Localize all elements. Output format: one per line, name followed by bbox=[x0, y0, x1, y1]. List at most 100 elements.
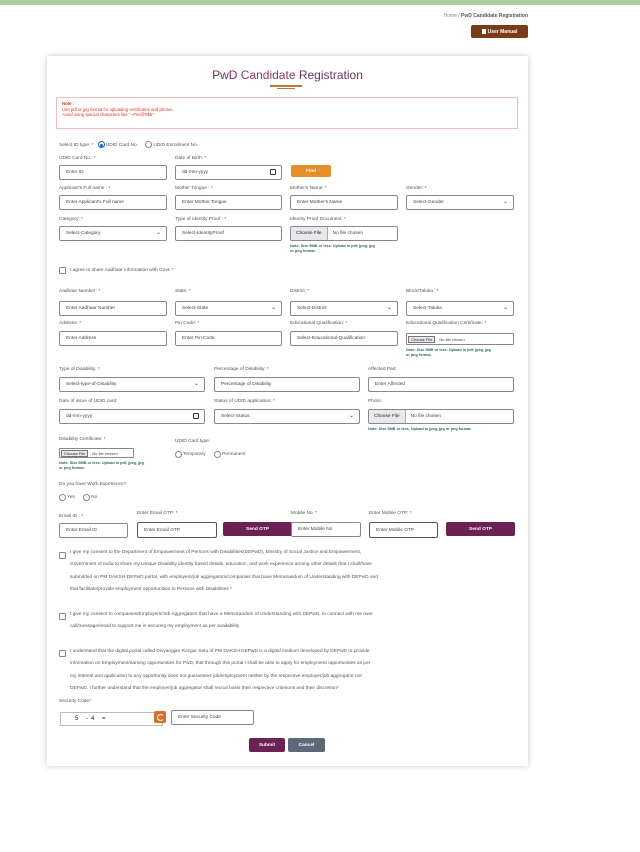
disability-cert-hint: Note: Size 5MB or less. Upload in pdf, j… bbox=[59, 461, 144, 470]
category-label: Category: * bbox=[59, 217, 83, 222]
calendar-icon bbox=[270, 169, 276, 175]
radio-udid-card[interactable] bbox=[97, 141, 105, 148]
gender-label: Gender: * bbox=[406, 186, 427, 191]
mobile-label: Mobile No. * bbox=[291, 511, 318, 516]
radio-temporary[interactable] bbox=[175, 451, 182, 458]
email-label: Email ID : * bbox=[59, 514, 83, 519]
aadhaar-label: Aadhaar Number: * bbox=[59, 289, 101, 294]
note-box: Note : Use pdf or jpg format for uploadi… bbox=[56, 97, 518, 129]
photo-label: Photo: bbox=[368, 399, 382, 404]
cancel-button[interactable]: Cancel bbox=[288, 738, 325, 752]
mobile-input[interactable]: Enter Mobile No bbox=[291, 522, 361, 537]
employer-sharing-consent-checkbox[interactable] bbox=[59, 552, 66, 559]
dob-label: Date of Birth: * bbox=[175, 156, 207, 161]
state-label: State: * bbox=[175, 289, 191, 294]
disability-pct-input[interactable]: Percentage of Disability bbox=[214, 377, 360, 392]
address-label: Address: * bbox=[59, 321, 82, 326]
title-underline bbox=[270, 85, 302, 87]
udid-card-input[interactable]: Enter ID bbox=[59, 165, 167, 180]
disability-pct-label: Percentage of Disability: * bbox=[214, 367, 269, 372]
email-otp-input[interactable]: Enter Email OTP bbox=[137, 522, 217, 538]
identity-doc-file-input[interactable]: Choose File No file chosen bbox=[290, 226, 398, 241]
radio-work-yes[interactable] bbox=[59, 494, 66, 501]
mother-tongue-input[interactable]: Enter Mother Tongue bbox=[175, 195, 282, 210]
submit-button[interactable]: Submit bbox=[249, 738, 285, 752]
contact-consent-text: I give my consent to companies/Employers… bbox=[70, 612, 373, 630]
udid-issue-date-input[interactable]: dd-mm-yyyy bbox=[59, 409, 205, 424]
udid-status-label: Status of UDID application: * bbox=[214, 399, 275, 404]
address-input[interactable]: Enter Address bbox=[59, 331, 167, 346]
district-label: District: * bbox=[290, 289, 310, 294]
education-select[interactable]: Select-Educational-Qualification bbox=[290, 331, 398, 346]
disability-cert-label: Disability Certificate: * bbox=[59, 437, 106, 442]
education-label: Educational Qualification: * bbox=[290, 321, 348, 326]
registration-card: PwD Candidate Registration Note : Use pd… bbox=[47, 56, 528, 766]
page-title: PwD Candidate Registration bbox=[212, 68, 363, 82]
udid-card-label: UDID Card No.: * bbox=[59, 156, 96, 161]
district-select[interactable]: Select-District bbox=[290, 301, 398, 316]
gender-select[interactable]: Select-Gender bbox=[406, 195, 514, 210]
affected-part-input[interactable]: Enter Affected bbox=[368, 377, 514, 392]
title-underline-short bbox=[277, 88, 295, 89]
udid-card-type-label: UDID Card type: bbox=[175, 439, 211, 444]
select-id-type: Select ID type: * UDID Card No. UDID Enr… bbox=[59, 141, 199, 148]
identity-doc-label: Identity Proof Document: * bbox=[290, 217, 346, 222]
state-select[interactable]: Select-State bbox=[175, 301, 282, 316]
dob-input[interactable]: dd-mm-yyyy bbox=[175, 165, 282, 180]
pin-input[interactable]: Enter Pin Code bbox=[175, 331, 282, 346]
mobile-otp-label: Enter Mobile OTP: * bbox=[369, 511, 412, 516]
pin-label: Pin Code: * bbox=[175, 321, 200, 326]
captcha-image: 5 -4 = bbox=[60, 712, 163, 726]
breadcrumb: Home / PwD Candidate Registration bbox=[443, 13, 528, 19]
document-icon bbox=[481, 29, 486, 34]
udid-issue-date-label: Date of issue of UDID card: bbox=[59, 399, 118, 404]
radio-permanent[interactable] bbox=[214, 451, 222, 458]
mother-name-input[interactable]: Enter Mother's Name bbox=[290, 195, 398, 210]
edu-cert-file-input[interactable]: Choose File No file chosen bbox=[406, 333, 514, 345]
breadcrumb-home[interactable]: Home bbox=[444, 13, 457, 19]
mother-name-label: Mother's Name: * bbox=[290, 186, 327, 191]
employer-sharing-consent-text: I give my consent to the Department of E… bbox=[70, 550, 378, 592]
find-button[interactable]: Find bbox=[291, 165, 331, 177]
refresh-icon[interactable] bbox=[154, 711, 166, 723]
breadcrumb-current: PwD Candidate Registration bbox=[461, 13, 528, 19]
affected-part-label: Affected Part: bbox=[368, 367, 397, 372]
mobile-otp-input[interactable]: Enter Mobile OTP bbox=[369, 522, 438, 538]
identity-doc-hint: Note: Size 5MB or less. Upload in pdf, j… bbox=[290, 244, 375, 253]
identity-type-select[interactable]: Select-IdentityProof bbox=[175, 226, 282, 241]
send-otp-email-button[interactable]: Send OTP bbox=[223, 522, 292, 536]
udid-card-type-options: Temporary Permanent bbox=[175, 451, 252, 458]
taluka-select[interactable]: Select-Taluka bbox=[406, 301, 514, 316]
radio-udid-enrollment[interactable] bbox=[145, 141, 153, 148]
edu-cert-hint: Note: Size 5MB or less. Upload in pdf, j… bbox=[406, 348, 491, 357]
disability-type-select[interactable]: Select-type-of-Disability bbox=[59, 377, 205, 392]
top-accent-bar bbox=[0, 0, 640, 5]
radio-work-no[interactable] bbox=[83, 494, 91, 501]
aadhaar-input[interactable]: Enter Aadhaar Number bbox=[59, 301, 167, 316]
calendar-icon bbox=[193, 413, 199, 419]
edu-cert-label: Educational Qualification Certificate: * bbox=[406, 321, 487, 326]
send-otp-mobile-button[interactable]: Send OTP bbox=[446, 522, 515, 536]
full-name-label: Applicant's Full name : * bbox=[59, 186, 111, 191]
identity-type-label: Type of Identity Proof : * bbox=[175, 217, 227, 222]
contact-consent-checkbox[interactable] bbox=[59, 613, 66, 620]
mother-tongue-label: Mother Tongue : * bbox=[175, 186, 213, 191]
portal-understanding-text: I understand that the digital portal cal… bbox=[70, 649, 371, 691]
photo-hint: Note: Size 5MB or less. Upload in jpeg, … bbox=[368, 427, 472, 431]
work-experience-options: Yes No bbox=[59, 494, 104, 501]
disability-type-label: Type of Disability: * bbox=[59, 367, 100, 372]
udid-status-select[interactable]: Select-Status bbox=[214, 409, 360, 424]
photo-file-input[interactable]: Choose File No file chosen bbox=[368, 409, 514, 424]
security-code-input[interactable]: Enter Security Code bbox=[171, 710, 254, 725]
full-name-input[interactable]: Enter Applicant's Full name bbox=[59, 195, 167, 210]
security-code-label: Security Code* bbox=[59, 699, 91, 704]
disability-cert-file-input[interactable]: Choose File No file chosen bbox=[59, 448, 134, 458]
email-otp-label: Enter Email OTP: * bbox=[137, 511, 178, 516]
portal-understanding-checkbox[interactable] bbox=[59, 650, 66, 657]
user-manual-button[interactable]: User Manual bbox=[471, 25, 528, 38]
email-input[interactable]: Enter Email ID bbox=[59, 523, 128, 538]
aadhaar-consent-label: I agree to share Aadhaar information wit… bbox=[70, 268, 174, 273]
aadhaar-consent-checkbox[interactable] bbox=[59, 267, 66, 274]
category-select[interactable]: Select-Category bbox=[59, 226, 167, 241]
taluka-label: Block/Taluka : * bbox=[406, 289, 439, 294]
